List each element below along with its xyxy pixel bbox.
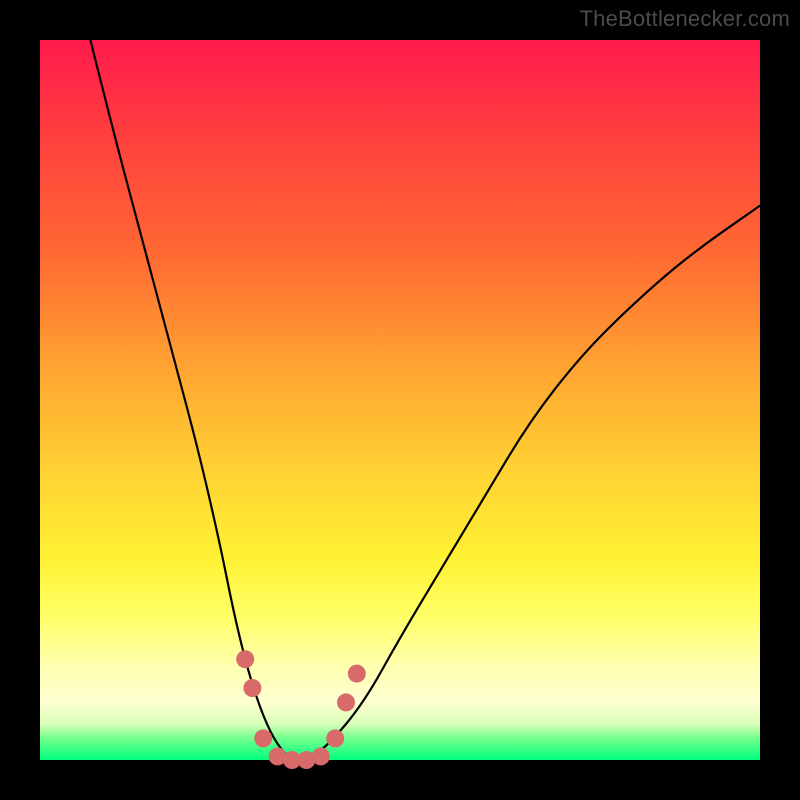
highlight-dot xyxy=(236,650,254,668)
highlight-dot xyxy=(312,747,330,765)
bottleneck-curve xyxy=(90,40,760,760)
highlight-dots xyxy=(236,650,366,769)
watermark-text: TheBottlenecker.com xyxy=(580,6,790,32)
curve-layer xyxy=(40,40,760,760)
highlight-dot xyxy=(326,729,344,747)
highlight-dot xyxy=(348,665,366,683)
highlight-dot xyxy=(254,729,272,747)
plot-area xyxy=(40,40,760,760)
highlight-dot xyxy=(243,679,261,697)
chart-frame: TheBottlenecker.com xyxy=(0,0,800,800)
highlight-dot xyxy=(337,693,355,711)
